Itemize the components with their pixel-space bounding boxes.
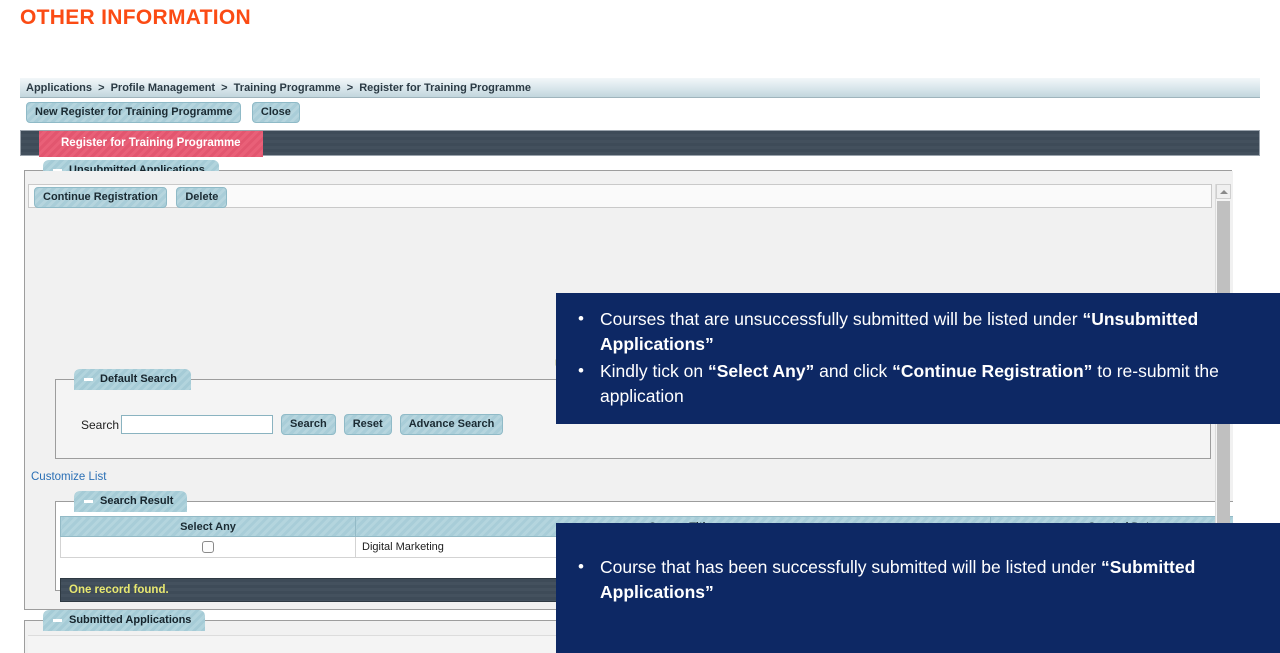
slide-canvas: OTHER INFORMATION Applications > Profile… (0, 0, 1280, 653)
search-input[interactable] (121, 415, 274, 434)
minus-icon (84, 378, 93, 381)
minus-icon (53, 619, 62, 622)
panel-search-result-legend[interactable]: Search Result (74, 491, 188, 512)
panel-default-search-legend[interactable]: Default Search (74, 369, 192, 390)
row-select-cell (60, 536, 356, 558)
tab-register-for-training-programme[interactable]: Register for Training Programme (39, 131, 263, 157)
breadcrumb: Applications > Profile Management > Trai… (20, 78, 1260, 98)
close-button[interactable]: Close (251, 102, 300, 123)
customize-list-link[interactable]: Customize List (31, 471, 106, 483)
breadcrumb-separator: > (221, 82, 228, 94)
chevron-up-icon[interactable] (1216, 184, 1231, 199)
search-row: Search Search Reset Advance Search (81, 414, 504, 435)
new-register-button[interactable]: New Register for Training Programme (26, 102, 242, 123)
annotation-bullet: Courses that are unsuccessfully submitte… (574, 306, 1262, 357)
annotation-bullet-list: Course that has been successfully submit… (556, 523, 1280, 605)
panel-legend-label: Default Search (100, 373, 178, 385)
annotation-bullet: Course that has been successfully submit… (574, 554, 1262, 605)
search-button[interactable]: Search (281, 414, 336, 435)
page-title: OTHER INFORMATION (20, 6, 252, 29)
continue-registration-button[interactable]: Continue Registration (34, 187, 167, 208)
annotation-bullet-list: Courses that are unsuccessfully submitte… (556, 293, 1280, 409)
breadcrumb-separator: > (98, 82, 105, 94)
column-header-label: Select Any (180, 520, 236, 533)
delete-button[interactable]: Delete (176, 187, 228, 208)
tab-strip: Register for Training Programme (20, 130, 1260, 157)
record-action-toolbar: Continue Registration Delete (28, 184, 1212, 208)
minus-icon (84, 500, 93, 503)
breadcrumb-separator: > (346, 82, 354, 94)
column-header-select-any[interactable]: Select Any (60, 516, 356, 537)
checkbox-unchecked-icon[interactable] (202, 541, 214, 554)
record-count-message: One record found. (69, 584, 169, 596)
window-toolbar: New Register for Training Programme Clos… (20, 100, 1260, 126)
breadcrumb-item-register-for-training-programme[interactable]: Register for Training Programme (359, 82, 531, 94)
panel-submitted-applications-legend[interactable]: Submitted Applications (43, 610, 206, 631)
breadcrumb-item-applications[interactable]: Applications (26, 82, 92, 94)
annotation-callout-submitted: Course that has been successfully submit… (556, 523, 1280, 653)
reset-button[interactable]: Reset (343, 414, 392, 435)
panel-legend-label: Search Result (100, 495, 174, 507)
panel-legend-label: Submitted Applications (69, 614, 192, 626)
breadcrumb-item-training-programme[interactable]: Training Programme (234, 82, 341, 94)
annotation-bullet: Kindly tick on “Select Any” and click “C… (574, 358, 1262, 409)
breadcrumb-item-profile-management[interactable]: Profile Management (111, 82, 216, 94)
search-field-label: Search (81, 417, 120, 432)
annotation-callout-unsubmitted: Courses that are unsuccessfully submitte… (556, 293, 1280, 424)
advance-search-button[interactable]: Advance Search (399, 414, 504, 435)
